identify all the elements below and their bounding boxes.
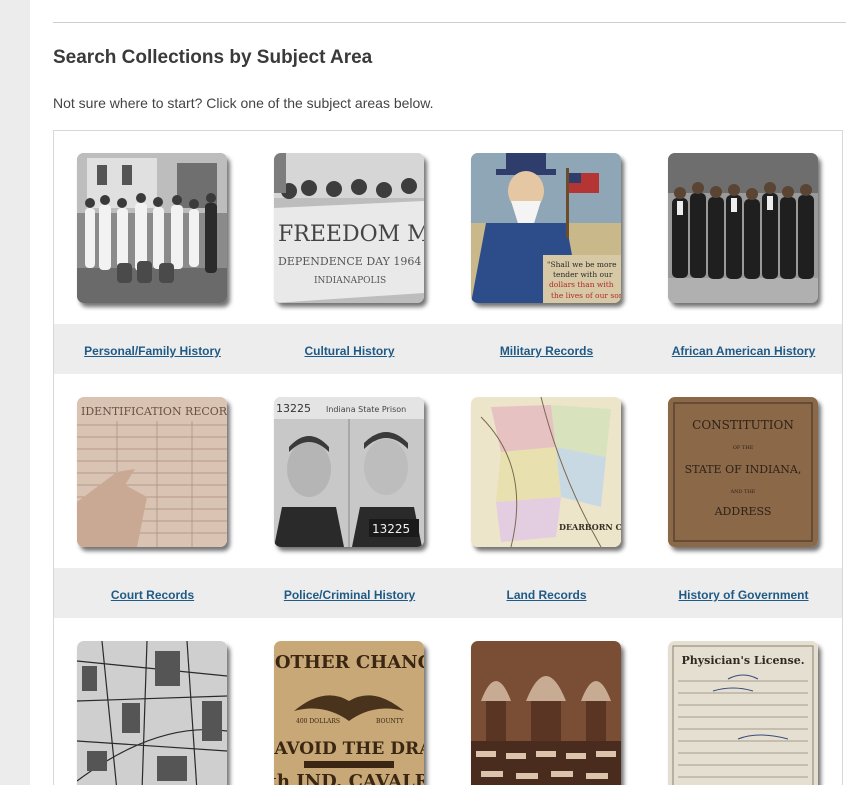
svg-text:tender with our: tender with our (553, 270, 613, 279)
divider (53, 22, 846, 23)
svg-text:OF THE: OF THE (733, 445, 754, 451)
svg-text:TO AVOID THE DRAFT: TO AVOID THE DRAFT (274, 739, 424, 759)
svg-text:"Shall we be more: "Shall we be more (547, 260, 617, 269)
svg-text:13225: 13225 (276, 402, 311, 415)
svg-text:ADDRESS: ADDRESS (714, 505, 772, 518)
subject-image-african-american-history[interactable] (668, 153, 818, 303)
subject-link-land-records[interactable]: Land Records (448, 588, 645, 602)
svg-text:FREEDOM MARC: FREEDOM MARC (278, 222, 424, 247)
subject-link-history-of-government[interactable]: History of Government (645, 588, 842, 602)
svg-text:dollars than with: dollars than with (549, 280, 614, 289)
page-title: Search Collections by Subject Area (53, 47, 373, 68)
intro-text: Not sure where to start? Click one of th… (53, 95, 434, 111)
subject-image-cultural-history[interactable]: FREEDOM MARC DEPENDENCE DAY 1964 INDIANA… (274, 153, 424, 303)
svg-text:ANOTHER CHANCE!: ANOTHER CHANCE! (274, 652, 424, 673)
svg-text:BOUNTY: BOUNTY (376, 718, 405, 725)
svg-text:CONSTITUTION: CONSTITUTION (692, 418, 794, 432)
subject-grid: FREEDOM MARC DEPENDENCE DAY 1964 INDIANA… (53, 130, 843, 785)
subject-link-personal-family[interactable]: Personal/Family History (54, 344, 251, 358)
svg-text:400 DOLLARS: 400 DOLLARS (296, 718, 340, 725)
svg-text:DEARBORN CO.: DEARBORN CO. (559, 522, 621, 532)
subject-link-military-records[interactable]: Military Records (448, 344, 645, 358)
svg-text:DEPENDENCE DAY 1964: DEPENDENCE DAY 1964 (278, 255, 421, 268)
svg-text:INDIANAPOLIS: INDIANAPOLIS (314, 276, 386, 286)
subject-image-legislature[interactable] (471, 641, 621, 785)
subject-image-land-records[interactable]: DEARBORN CO. (471, 397, 621, 547)
svg-text:Indiana State Prison: Indiana State Prison (326, 405, 406, 414)
subject-link-court-records[interactable]: Court Records (54, 588, 251, 602)
subject-link-police-criminal-history[interactable]: Police/Criminal History (251, 588, 448, 602)
subject-image-court-records[interactable]: IDENTIFICATION RECORD (77, 397, 227, 547)
subject-image-police-criminal-history[interactable]: 13225 Indiana State Prison 13225 (274, 397, 424, 547)
subject-image-military-records[interactable]: "Shall we be more tender with our dollar… (471, 153, 621, 303)
subject-image-draft-poster[interactable]: ANOTHER CHANCE! 400 DOLLARS BOUNTY TO AV… (274, 641, 424, 785)
subject-image-history-of-government[interactable]: CONSTITUTION OF THE STATE OF INDIANA, AN… (668, 397, 818, 547)
subject-image-physicians-license[interactable]: Physician's License. (668, 641, 818, 785)
svg-text:AND THE: AND THE (730, 489, 756, 495)
subject-link-cultural-history[interactable]: Cultural History (251, 344, 448, 358)
svg-text:13225: 13225 (372, 522, 410, 536)
subject-image-aerial-map[interactable] (77, 641, 227, 785)
svg-text:IDENTIFICATION RECORD: IDENTIFICATION RECORD (81, 405, 227, 418)
left-sidebar-strip (0, 0, 30, 785)
subject-link-african-american-history[interactable]: African American History (645, 344, 842, 358)
svg-text:7th IND. CAVALRY: 7th IND. CAVALRY (274, 771, 424, 785)
svg-text:Physician's License.: Physician's License. (681, 654, 804, 667)
svg-text:the lives of our sons: the lives of our sons (551, 291, 621, 300)
subject-image-personal-family[interactable] (77, 153, 227, 303)
svg-text:STATE OF INDIANA,: STATE OF INDIANA, (685, 463, 802, 476)
